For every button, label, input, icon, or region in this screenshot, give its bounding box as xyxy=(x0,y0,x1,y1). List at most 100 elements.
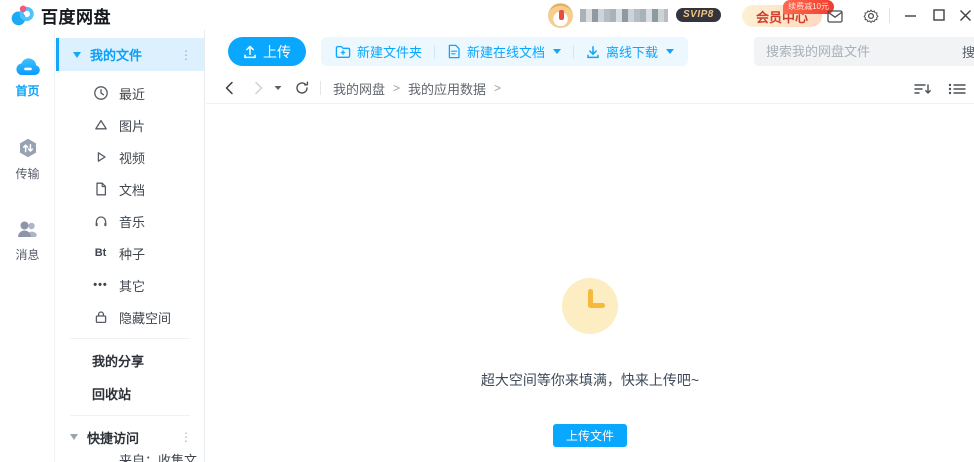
sidebar-item-videos[interactable]: 视频 xyxy=(56,141,204,173)
more-options-icon[interactable]: ⋮ xyxy=(180,431,192,443)
search-input[interactable] xyxy=(754,44,952,59)
toolbar-separator xyxy=(434,45,435,59)
lock-icon xyxy=(92,309,109,325)
toolbar: 上传 新建文件夹 新建在线文档 xyxy=(206,30,974,73)
rail-transfer-label: 传输 xyxy=(15,165,39,182)
sidebar-item-my-files[interactable]: 我的文件 ⋮ xyxy=(56,38,204,71)
new-folder-label: 新建文件夹 xyxy=(357,42,422,61)
rail-home-label: 首页 xyxy=(15,82,39,99)
new-online-doc-button[interactable]: 新建在线文档 xyxy=(447,42,561,61)
upload-file-button[interactable]: 上传文件 xyxy=(553,424,627,447)
empty-clock-icon xyxy=(562,278,618,334)
more-dots-icon: ••• xyxy=(92,279,109,291)
sidebar-item-other[interactable]: ••• 其它 xyxy=(56,269,204,301)
videos-label: 视频 xyxy=(119,148,145,167)
torrents-label: 种子 xyxy=(119,244,145,263)
history-dropdown-icon[interactable] xyxy=(274,85,282,91)
rail-item-transfer[interactable]: 传输 xyxy=(0,137,55,182)
toolbar-separator xyxy=(573,45,574,59)
upload-button[interactable]: 上传 xyxy=(228,37,306,66)
chevron-down-icon xyxy=(666,49,674,54)
music-icon xyxy=(92,213,109,229)
titlebar-divider xyxy=(889,8,890,23)
sidebar-divider xyxy=(70,338,190,339)
messages-icon xyxy=(15,218,41,242)
breadcrumb-separator: > xyxy=(393,81,400,95)
hidden-space-label: 隐藏空间 xyxy=(119,308,171,327)
offline-download-button[interactable]: 离线下载 xyxy=(586,42,674,61)
upload-icon xyxy=(243,45,257,59)
minimize-button[interactable] xyxy=(901,6,919,24)
transfer-icon xyxy=(16,137,40,161)
breadcrumb-my-drive[interactable]: 我的网盘 xyxy=(333,79,385,98)
sidebar-item-my-shares[interactable]: 我的分享 xyxy=(56,344,204,377)
cloud-icon xyxy=(13,54,43,78)
list-view-icon[interactable] xyxy=(948,81,966,102)
clock-hand xyxy=(589,303,605,308)
pictures-label: 图片 xyxy=(119,116,145,135)
quick-access-label: 快捷访问 xyxy=(87,428,139,447)
settings-gear-icon[interactable] xyxy=(862,7,880,25)
toolbar-group: 新建文件夹 新建在线文档 离线下载 xyxy=(321,37,688,66)
documents-label: 文档 xyxy=(119,180,145,199)
sidebar-item-music[interactable]: 音乐 xyxy=(56,205,204,237)
music-label: 音乐 xyxy=(119,212,145,231)
titlebar: 百度网盘 SVIP8 会员中心 续费减10元 xyxy=(0,0,974,30)
offline-download-label: 离线下载 xyxy=(606,42,658,61)
app-title: 百度网盘 xyxy=(41,3,111,28)
recent-label: 最近 xyxy=(119,84,145,103)
new-folder-icon xyxy=(335,45,351,59)
chevron-down-icon[interactable] xyxy=(70,434,78,440)
user-avatar[interactable] xyxy=(548,3,573,28)
new-online-doc-label: 新建在线文档 xyxy=(467,42,545,61)
sidebar-item-recycle-bin[interactable]: 回收站 xyxy=(56,377,204,410)
other-label: 其它 xyxy=(119,276,145,295)
sidebar-section-quick-access[interactable]: 快捷访问 ⋮ xyxy=(56,421,204,453)
vip-center-button[interactable]: 会员中心 续费减10元 xyxy=(742,5,822,27)
rail-item-messages[interactable]: 消息 xyxy=(0,218,55,263)
more-options-icon[interactable]: ⋮ xyxy=(180,49,192,61)
rail-messages-label: 消息 xyxy=(15,246,39,263)
sidebar-divider xyxy=(70,415,190,416)
username-blurred[interactable] xyxy=(580,9,668,22)
video-icon xyxy=(92,149,109,165)
mail-icon[interactable] xyxy=(826,7,844,25)
baidu-netdisk-logo-icon xyxy=(10,3,35,28)
refresh-icon[interactable] xyxy=(294,80,310,96)
forward-button[interactable] xyxy=(250,80,266,96)
chevron-down-icon[interactable] xyxy=(73,52,81,58)
sidebar-item-pictures[interactable]: 图片 xyxy=(56,109,204,141)
sidebar-item-collected-files[interactable]: 来自：收集文件 xyxy=(56,453,204,462)
rail-item-home[interactable]: 首页 xyxy=(0,54,55,99)
breadcrumb-app-data[interactable]: 我的应用数据 xyxy=(408,79,486,98)
clock-icon xyxy=(92,85,109,101)
svip-badge[interactable]: SVIP8 xyxy=(676,8,721,22)
bt-icon: Bt xyxy=(92,247,109,259)
sort-icon[interactable] xyxy=(914,81,932,102)
image-icon xyxy=(92,117,109,133)
close-button[interactable] xyxy=(956,6,974,24)
back-button[interactable] xyxy=(222,80,238,96)
main-content: 上传 新建文件夹 新建在线文档 xyxy=(206,30,974,462)
my-files-label: 我的文件 xyxy=(90,45,142,64)
new-folder-button[interactable]: 新建文件夹 xyxy=(335,42,422,61)
sidebar-item-documents[interactable]: 文档 xyxy=(56,173,204,205)
nav-rail: 首页 传输 消息 xyxy=(0,30,55,462)
breadcrumb-separator: > xyxy=(494,81,501,95)
new-doc-icon xyxy=(447,44,461,59)
search-submit[interactable]: 搜索 xyxy=(952,42,974,61)
app-logo: 百度网盘 xyxy=(10,3,111,28)
breadcrumb-bar: 我的网盘 > 我的应用数据 > xyxy=(206,73,974,104)
sidebar-item-torrents[interactable]: Bt 种子 xyxy=(56,237,204,269)
search-box: 搜索 xyxy=(754,37,974,66)
maximize-button[interactable] xyxy=(930,6,948,24)
sidebar-item-hidden-space[interactable]: 隐藏空间 xyxy=(56,301,204,333)
breadcrumb-divider xyxy=(320,81,321,95)
document-icon xyxy=(92,181,109,197)
empty-state-message: 超大空间等你来填满，快来上传吧~ xyxy=(206,370,974,390)
chevron-down-icon xyxy=(553,49,561,54)
upload-label: 上传 xyxy=(263,42,291,62)
sidebar-item-recent[interactable]: 最近 xyxy=(56,77,204,109)
download-icon xyxy=(586,45,600,59)
sidebar: 我的文件 ⋮ 最近 图片 视频 文档 音乐 Bt 种子 ••• xyxy=(56,30,205,462)
